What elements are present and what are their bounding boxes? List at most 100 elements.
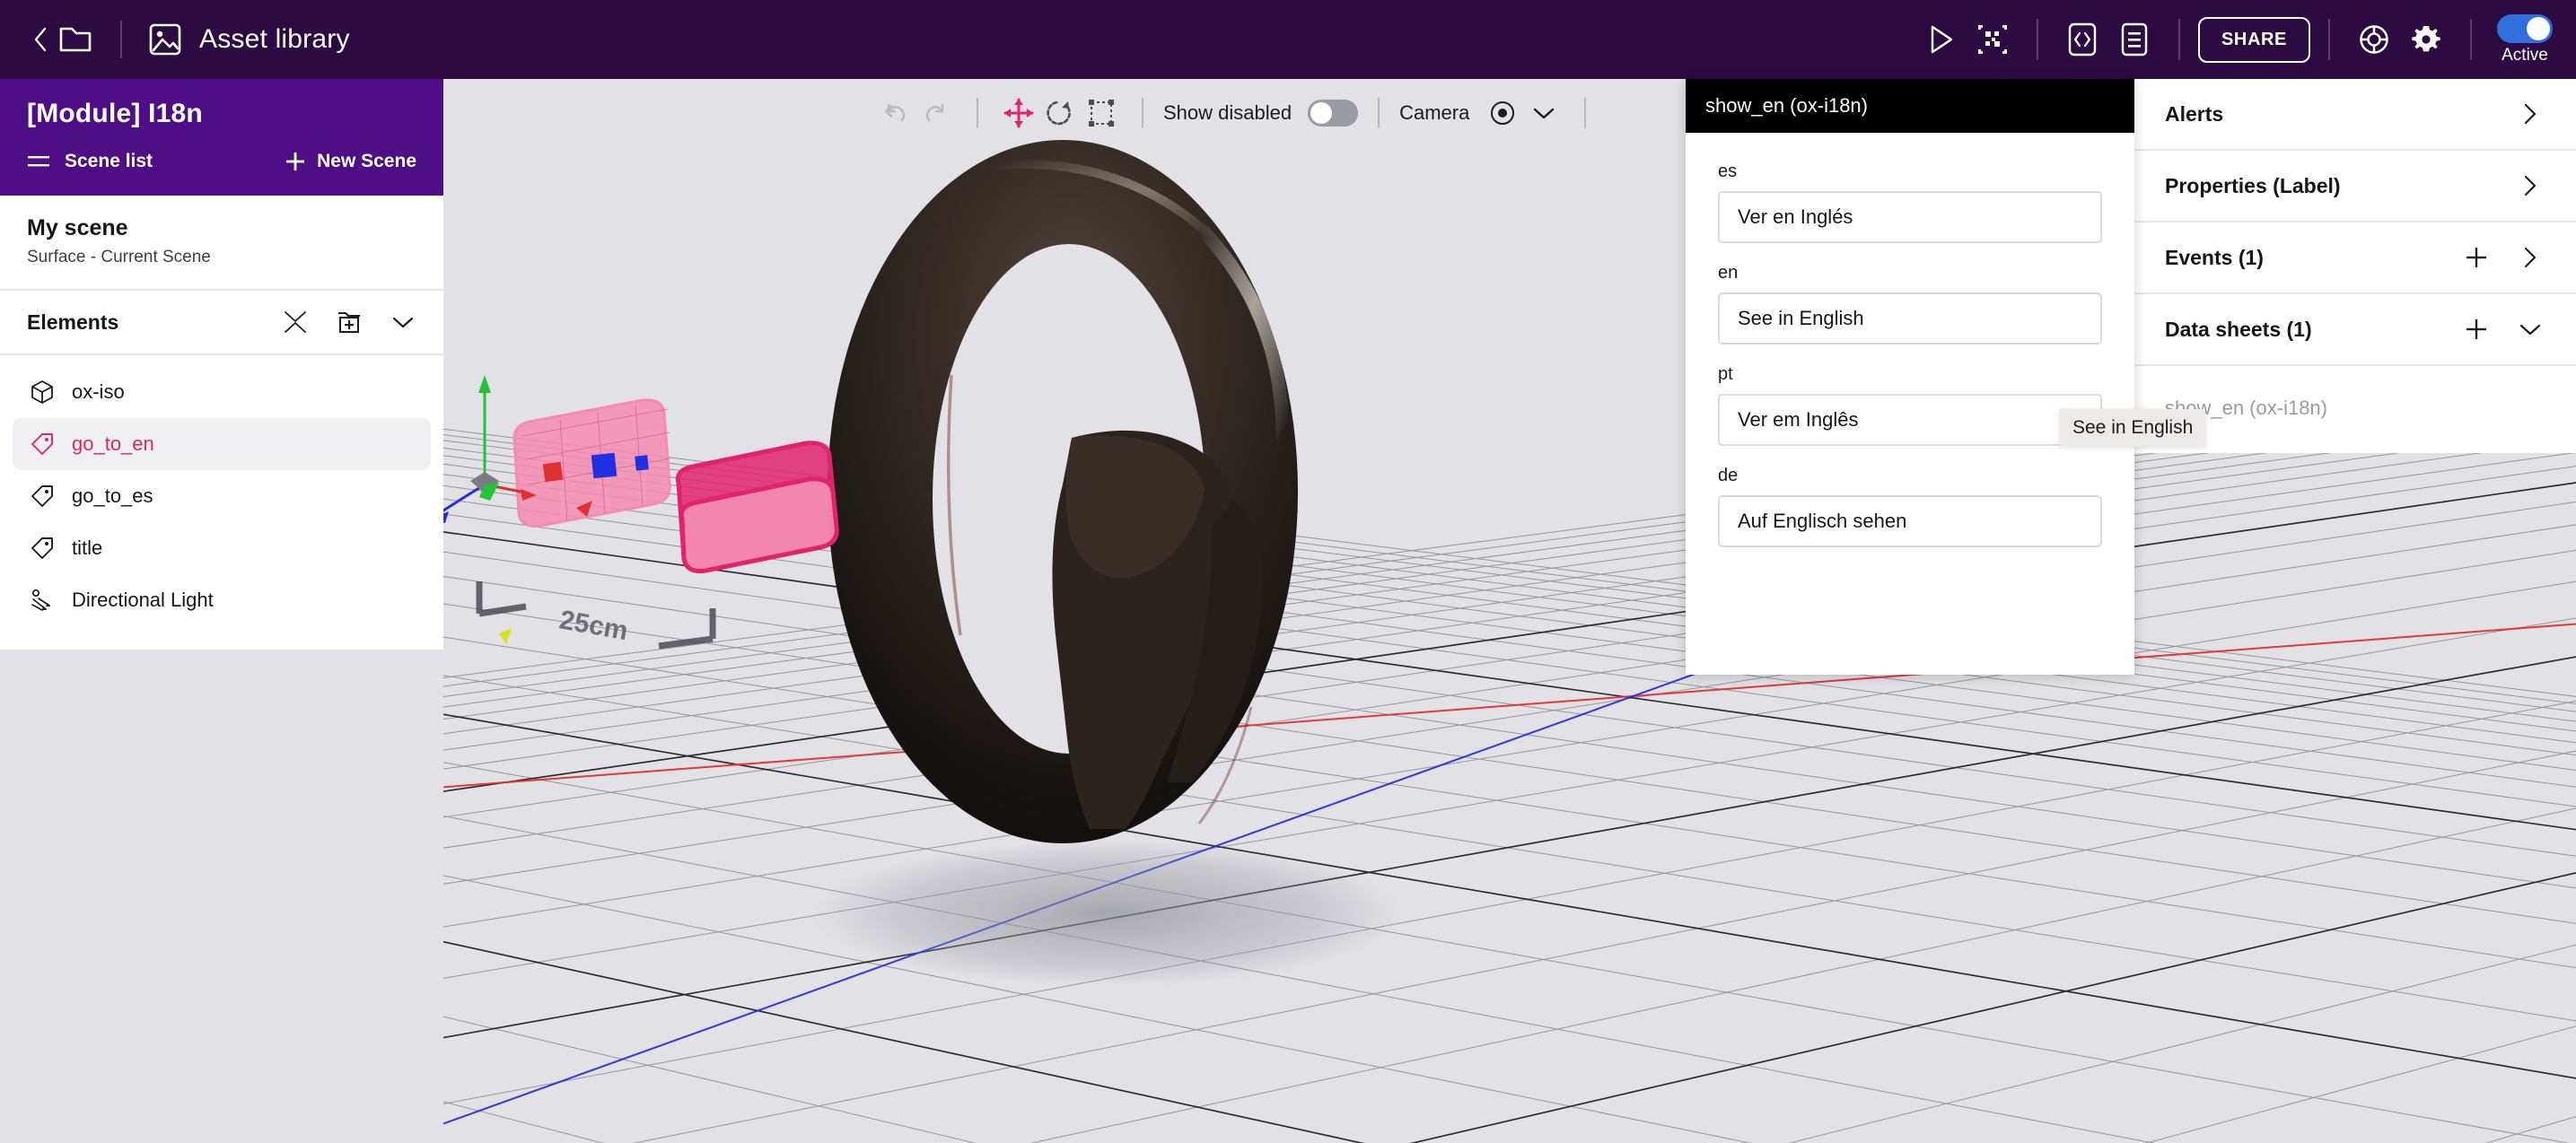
qr-code-icon bbox=[1977, 25, 2007, 54]
right-panel: Alerts Properties (Label) Events (1) Dat… bbox=[2134, 79, 2576, 453]
viewport-divider-4 bbox=[1584, 98, 1587, 128]
new-scene-label: New Scene bbox=[317, 151, 416, 171]
scene-subtitle: Surface - Current Scene bbox=[27, 248, 211, 266]
scene-list-label: Scene list bbox=[65, 151, 153, 171]
top-bar: Asset library SHARE Active bbox=[0, 0, 2576, 79]
panel-row-label: Events (1) bbox=[2165, 245, 2264, 269]
tag-icon bbox=[29, 483, 56, 510]
rotate-tool-button[interactable] bbox=[1039, 92, 1081, 134]
i18n-lang-label: pt bbox=[1718, 364, 1733, 384]
help-button[interactable] bbox=[2348, 13, 2400, 65]
dialog-header: show_en (ox-i18n) bbox=[1686, 79, 2134, 133]
redo-button[interactable] bbox=[916, 92, 957, 134]
add-data-sheet-button[interactable] bbox=[2463, 316, 2490, 343]
scene-list-button[interactable]: Scene list bbox=[27, 151, 153, 172]
element-label: go_to_es bbox=[72, 484, 153, 507]
element-label: title bbox=[72, 537, 103, 559]
plus-icon bbox=[2466, 319, 2486, 339]
camera-dropdown-button[interactable] bbox=[1523, 92, 1564, 134]
show-disabled-toggle[interactable] bbox=[1308, 100, 1359, 127]
panel-row-properties[interactable]: Properties (Label) bbox=[2134, 151, 2576, 222]
active-toggle[interactable] bbox=[2497, 13, 2553, 43]
move-tool-button[interactable] bbox=[998, 92, 1039, 134]
settings-button[interactable] bbox=[2400, 13, 2452, 65]
add-event-button[interactable] bbox=[2463, 244, 2490, 271]
element-label: Directional Light bbox=[72, 589, 214, 611]
top-bar-separator bbox=[120, 21, 122, 58]
active-toggle-label: Active bbox=[2502, 45, 2548, 65]
i18n-dialog: show_en (ox-i18n) es en pt de bbox=[1686, 79, 2134, 675]
new-folder-icon bbox=[338, 312, 360, 333]
play-icon bbox=[1931, 25, 1953, 54]
i18n-field-en: en bbox=[1718, 263, 2102, 345]
top-bar-left: Asset library bbox=[0, 20, 350, 59]
asset-library-icon-wrap bbox=[145, 20, 185, 59]
play-button[interactable] bbox=[1914, 13, 1967, 65]
undo-button[interactable] bbox=[874, 92, 916, 134]
panel-row-events[interactable]: Events (1) bbox=[2134, 222, 2576, 294]
chevron-right-icon[interactable] bbox=[2517, 244, 2544, 271]
i18n-input-es[interactable] bbox=[1718, 191, 2102, 243]
code-button[interactable] bbox=[2056, 13, 2108, 65]
page-title: Asset library bbox=[199, 24, 350, 54]
i18n-field-de: de bbox=[1718, 466, 2102, 547]
chevron-down-icon[interactable] bbox=[2517, 316, 2544, 343]
torus-mesh bbox=[828, 140, 1298, 843]
scene-info[interactable]: My scene Surface - Current Scene bbox=[0, 196, 443, 291]
toggle-knob bbox=[2527, 16, 2550, 40]
element-item-go-to-en[interactable]: go_to_en bbox=[13, 418, 431, 470]
panel-row-actions bbox=[2517, 172, 2544, 199]
i18n-input-de[interactable] bbox=[1718, 495, 2102, 547]
gear-icon bbox=[2412, 26, 2440, 52]
back-button[interactable] bbox=[27, 20, 54, 59]
panel-row-alerts[interactable]: Alerts bbox=[2134, 79, 2576, 151]
top-bar-divider-2 bbox=[2177, 19, 2180, 60]
element-item-ox-iso[interactable]: ox-iso bbox=[13, 366, 431, 418]
i18n-lang-label: en bbox=[1718, 263, 1739, 283]
element-label: ox-iso bbox=[72, 380, 125, 403]
qr-code-button[interactable] bbox=[1967, 13, 2019, 65]
redo-icon bbox=[925, 103, 944, 122]
panel-row-actions bbox=[2517, 100, 2544, 127]
scene-name: My scene bbox=[27, 215, 128, 240]
element-item-go-to-es[interactable]: go_to_es bbox=[13, 470, 431, 522]
image-icon bbox=[149, 23, 181, 56]
i18n-input-en[interactable] bbox=[1718, 292, 2102, 345]
i18n-input-pt[interactable] bbox=[1718, 394, 2102, 446]
chevron-right-icon[interactable] bbox=[2517, 100, 2544, 127]
lifebuoy-icon bbox=[2360, 25, 2388, 54]
code-icon bbox=[2068, 22, 2097, 57]
elements-list: ox-iso go_to_en go_to_es title Direction… bbox=[0, 355, 443, 650]
camera-target-button[interactable] bbox=[1482, 92, 1523, 134]
undo-icon bbox=[885, 103, 906, 122]
camera-label: Camera bbox=[1399, 101, 1470, 124]
scale-tool-icon bbox=[1089, 100, 1114, 127]
collapse-all-button[interactable] bbox=[280, 307, 311, 337]
document-button[interactable] bbox=[2108, 13, 2160, 65]
new-folder-button[interactable] bbox=[334, 307, 364, 337]
active-toggle-wrap: Active bbox=[2497, 13, 2553, 65]
module-title: [Module] I18n bbox=[27, 99, 203, 128]
viewport-divider-2 bbox=[1142, 98, 1143, 128]
viewport-divider-1 bbox=[977, 98, 978, 128]
panel-row-data-sheets[interactable]: Data sheets (1) bbox=[2134, 294, 2576, 366]
elements-header: Elements bbox=[0, 291, 443, 355]
element-label: go_to_en bbox=[72, 432, 154, 455]
i18n-field-es: es bbox=[1718, 161, 2102, 243]
new-scene-button[interactable]: New Scene bbox=[285, 151, 416, 172]
chevron-right-icon[interactable] bbox=[2517, 172, 2544, 199]
folder-icon bbox=[59, 27, 92, 52]
top-bar-right: SHARE Active bbox=[1914, 0, 2553, 79]
tag-icon bbox=[29, 431, 56, 458]
element-item-title[interactable]: title bbox=[13, 522, 431, 574]
elements-collapse-chevron-button[interactable] bbox=[388, 307, 418, 337]
plus-icon bbox=[2466, 248, 2486, 267]
element-item-directional-light[interactable]: Directional Light bbox=[13, 574, 431, 626]
share-button[interactable]: SHARE bbox=[2197, 16, 2310, 63]
chevron-down-icon bbox=[1534, 108, 1555, 119]
dialog-body: es en pt de bbox=[1686, 133, 2134, 547]
top-bar-divider-1 bbox=[2036, 19, 2038, 60]
scale-tool-button[interactable] bbox=[1081, 92, 1122, 134]
folder-button[interactable] bbox=[54, 20, 97, 59]
left-sidebar: [Module] I18n Scene list New Scene My sc… bbox=[0, 79, 443, 650]
